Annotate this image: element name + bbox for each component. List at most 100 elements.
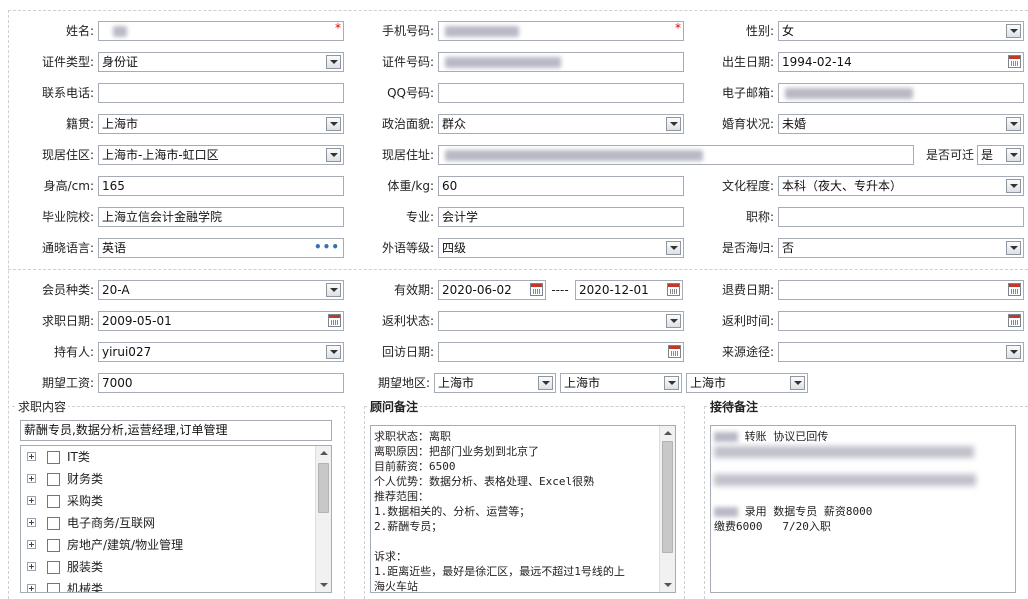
left-border <box>8 10 9 599</box>
major-field[interactable]: 会计学 <box>438 207 684 227</box>
education-label: 文化程度: <box>721 179 774 193</box>
chevron-down-icon[interactable] <box>538 376 553 390</box>
checkbox[interactable] <box>47 517 60 530</box>
checkbox[interactable] <box>47 583 60 592</box>
advisor-notes-textarea[interactable]: 求职状态：离职 离职原因：把部门业务划到北京了 目前薪资：6500 个人优势：数… <box>370 425 676 593</box>
job-content-title: 求职内容 <box>16 400 69 414</box>
native-place-select[interactable]: 上海市 <box>98 114 344 134</box>
checkbox[interactable] <box>47 495 60 508</box>
expand-icon[interactable] <box>27 540 36 549</box>
expected-salary-field[interactable]: 7000 <box>98 373 344 393</box>
chevron-down-icon[interactable] <box>326 345 341 359</box>
name-field[interactable]: * <box>98 21 344 41</box>
tree-scrollbar[interactable] <box>315 446 331 592</box>
school-field[interactable]: 上海立信会计金融学院 <box>98 207 344 227</box>
job-category-tree[interactable]: IT类 财务类 采购类 电子商务/互联网 房地产/建筑/物业管理 服装类 机械类 <box>20 445 332 593</box>
chevron-down-icon[interactable] <box>1006 117 1021 131</box>
chevron-down-icon[interactable] <box>326 117 341 131</box>
chevron-down-icon[interactable] <box>666 117 681 131</box>
member-type-select[interactable]: 20-A <box>98 280 344 300</box>
job-content-selected-field[interactable]: 薪酬专员,数据分析,运营经理,订单管理 <box>20 420 332 441</box>
advisor-notes-content: 求职状态：离职 离职原因：把部门业务划到北京了 目前薪资：6500 个人优势：数… <box>374 429 657 592</box>
calendar-icon[interactable] <box>328 314 341 327</box>
more-options-icon[interactable]: ••• <box>314 239 340 256</box>
current-area-select[interactable]: 上海市-上海市-虹口区 <box>98 145 344 165</box>
member-type-value: 20-A <box>102 283 130 297</box>
language-field[interactable]: 英语 ••• <box>98 238 344 258</box>
checkbox[interactable] <box>47 539 60 552</box>
chevron-down-icon[interactable] <box>790 376 805 390</box>
revisit-date-field[interactable] <box>438 342 684 362</box>
expected-area-district-select[interactable]: 上海市 <box>686 373 808 393</box>
marital-status-select[interactable]: 未婚 <box>778 114 1024 134</box>
qq-field[interactable] <box>438 83 684 103</box>
scroll-up-icon[interactable] <box>660 426 675 440</box>
chevron-down-icon[interactable] <box>1006 24 1021 38</box>
expected-area-city-value: 上海市 <box>564 376 601 390</box>
scroll-thumb[interactable] <box>318 463 329 513</box>
foreign-level-label: 外语等级: <box>381 241 434 255</box>
calendar-icon[interactable] <box>1008 314 1021 327</box>
expand-icon[interactable] <box>27 474 36 483</box>
refund-date-field[interactable] <box>778 280 1024 300</box>
chevron-down-icon[interactable] <box>1006 241 1021 255</box>
scroll-down-icon[interactable] <box>316 578 331 592</box>
transferable-select[interactable]: 是 <box>977 145 1024 165</box>
chevron-down-icon[interactable] <box>1006 148 1021 162</box>
chevron-down-icon[interactable] <box>326 283 341 297</box>
gender-select[interactable]: 女 <box>778 21 1024 41</box>
foreign-level-value: 四级 <box>442 241 467 255</box>
expected-area-province-select[interactable]: 上海市 <box>434 373 556 393</box>
chevron-down-icon[interactable] <box>1006 345 1021 359</box>
chevron-down-icon[interactable] <box>666 314 681 328</box>
foreign-level-select[interactable]: 四级 <box>438 238 684 258</box>
job-seek-date-field[interactable]: 2009-05-01 <box>98 311 344 331</box>
weight-field[interactable]: 60 <box>438 176 684 196</box>
phone-field[interactable]: * <box>438 21 684 41</box>
id-number-field[interactable] <box>438 52 684 72</box>
phone-label: 手机号码: <box>381 24 434 38</box>
email-field[interactable] <box>778 83 1024 103</box>
advisor-notes-scrollbar[interactable] <box>659 426 675 592</box>
source-select[interactable] <box>778 342 1024 362</box>
chevron-down-icon[interactable] <box>664 376 679 390</box>
id-type-select[interactable]: 身份证 <box>98 52 344 72</box>
chevron-down-icon[interactable] <box>326 148 341 162</box>
checkbox[interactable] <box>47 561 60 574</box>
expected-area-city-select[interactable]: 上海市 <box>560 373 682 393</box>
contact-phone-field[interactable] <box>98 83 344 103</box>
chevron-down-icon[interactable] <box>326 55 341 69</box>
reception-notes-textarea[interactable]: 转账 协议已回传 录用 数据专员 薪资8000 缴费6000 7/20入职 <box>710 425 1016 593</box>
scroll-down-icon[interactable] <box>660 578 675 592</box>
checkbox[interactable] <box>47 473 60 486</box>
birth-date-field[interactable]: 1994-02-14 <box>778 52 1024 72</box>
validity-end-field[interactable]: 2020-12-01 <box>575 280 683 300</box>
scroll-thumb[interactable] <box>662 441 673 553</box>
holder-select[interactable]: yirui027 <box>98 342 344 362</box>
chevron-down-icon[interactable] <box>666 241 681 255</box>
returnee-select[interactable]: 否 <box>778 238 1024 258</box>
rebate-status-select[interactable] <box>438 311 684 331</box>
expand-icon[interactable] <box>27 518 36 527</box>
calendar-icon[interactable] <box>1008 55 1021 68</box>
calendar-icon[interactable] <box>668 345 681 358</box>
validity-start-value: 2020-06-02 <box>442 283 512 297</box>
height-field[interactable]: 165 <box>98 176 344 196</box>
gender-value: 女 <box>782 24 795 38</box>
current-address-field[interactable] <box>438 145 914 165</box>
checkbox[interactable] <box>47 451 60 464</box>
title-field[interactable] <box>778 207 1024 227</box>
calendar-icon[interactable] <box>667 283 680 296</box>
rebate-time-field[interactable] <box>778 311 1024 331</box>
expand-icon[interactable] <box>27 562 36 571</box>
education-select[interactable]: 本科（夜大、专升本） <box>778 176 1024 196</box>
validity-start-field[interactable]: 2020-06-02 <box>438 280 546 300</box>
calendar-icon[interactable] <box>530 283 543 296</box>
expand-icon[interactable] <box>27 584 36 592</box>
chevron-down-icon[interactable] <box>1006 179 1021 193</box>
expand-icon[interactable] <box>27 452 36 461</box>
scroll-up-icon[interactable] <box>316 446 331 460</box>
calendar-icon[interactable] <box>1008 283 1021 296</box>
political-status-select[interactable]: 群众 <box>438 114 684 134</box>
expand-icon[interactable] <box>27 496 36 505</box>
